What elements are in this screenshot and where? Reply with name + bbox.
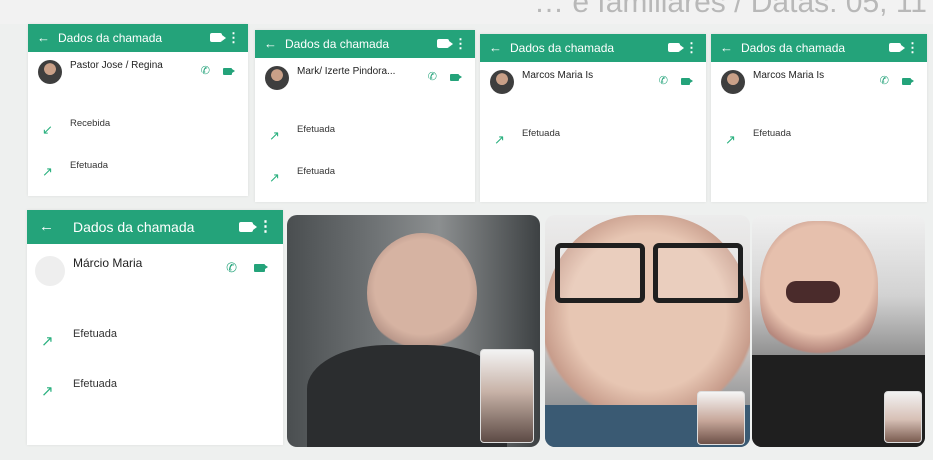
outgoing-call-arrow-icon: ↗ [269, 128, 280, 143]
contact-name: Marcos Maria Is [753, 70, 825, 81]
call-row: ↗ Efetuada [27, 320, 283, 370]
call-type: Recebida [70, 118, 111, 129]
avatar [490, 70, 514, 94]
video-call-screenshot [287, 215, 540, 447]
video-call-icon[interactable] [668, 43, 684, 52]
more-options-icon[interactable]: ⋮ [227, 24, 240, 52]
video-call-icon[interactable] [210, 33, 226, 42]
avatar [721, 70, 745, 94]
cropped-header: … e familiares / Datas: 05, 11 [0, 0, 933, 24]
video-camera-icon[interactable] [681, 78, 693, 85]
call-type: Efetuada [522, 128, 561, 139]
call-type: Efetuada [70, 160, 109, 171]
back-arrow-icon[interactable]: ← [37, 24, 50, 52]
app-bar-title: Dados da chamada [58, 31, 163, 45]
call-row: ↗ Efetuada [27, 370, 283, 420]
call-type: Efetuada [297, 166, 336, 177]
call-row: ↗ Efetuada [255, 118, 475, 160]
app-bar: ← Dados da chamada ⋮ [255, 30, 475, 58]
call-details-panel: ← Dados da chamada ⋮ Mark/ Izerte Pindor… [255, 30, 475, 202]
outgoing-call-arrow-icon: ↗ [41, 383, 54, 400]
call-row: ↗ Efetuada [480, 122, 706, 164]
cropped-header-text: … e familiares / Datas: 05, 11 [534, 0, 927, 19]
contact-row[interactable]: Marcos Maria Is ✆ [480, 62, 706, 102]
self-view-thumbnail [697, 391, 745, 445]
outgoing-call-arrow-icon: ↗ [494, 132, 505, 147]
call-type: Efetuada [73, 328, 118, 340]
more-options-icon[interactable]: ⋮ [906, 34, 919, 62]
call-date [255, 98, 475, 118]
participant-photo [367, 233, 477, 353]
call-details-panel: ← Dados da chamada ⋮ Pastor Jose / Regin… [28, 24, 248, 196]
phone-icon[interactable]: ✆ [226, 260, 237, 276]
outgoing-call-arrow-icon: ↗ [42, 164, 53, 179]
participant-mouth [786, 281, 840, 303]
back-arrow-icon[interactable]: ← [264, 30, 277, 58]
contact-name: Mark/ Izerte Pindora... [297, 66, 396, 77]
call-date [28, 92, 248, 112]
avatar [38, 60, 62, 84]
phone-icon[interactable]: ✆ [659, 74, 668, 87]
avatar [265, 66, 289, 90]
incoming-call-arrow-icon: ↙ [42, 122, 53, 137]
app-bar-title: Dados da chamada [510, 41, 615, 55]
app-bar: ← Dados da chamada ⋮ [27, 210, 283, 244]
contact-row[interactable]: Pastor Jose / Regina ✆ [28, 52, 248, 92]
video-camera-icon[interactable] [450, 74, 462, 81]
call-row: ↙ Recebida [28, 112, 248, 154]
phone-icon[interactable]: ✆ [880, 74, 889, 87]
call-type: Efetuada [297, 124, 336, 135]
outgoing-call-arrow-icon: ↗ [725, 132, 736, 147]
glasses-icon [653, 243, 743, 303]
back-arrow-icon[interactable]: ← [489, 34, 502, 62]
call-date [711, 102, 927, 122]
self-view-thumbnail [884, 391, 922, 443]
more-options-icon[interactable]: ⋮ [454, 30, 467, 58]
avatar [35, 256, 65, 286]
participant-clothing [307, 345, 507, 447]
video-camera-icon[interactable] [223, 68, 235, 75]
video-call-screenshot [545, 215, 750, 447]
call-type: Efetuada [753, 128, 792, 139]
video-call-icon[interactable] [437, 39, 453, 48]
app-bar-title: Dados da chamada [73, 219, 195, 235]
call-row: ↗ Efetuada [255, 160, 475, 202]
outgoing-call-arrow-icon: ↗ [41, 333, 54, 350]
call-type: Efetuada [73, 378, 118, 390]
app-bar: ← Dados da chamada ⋮ [28, 24, 248, 52]
contact-name: Pastor Jose / Regina [70, 60, 163, 71]
video-call-screenshot [752, 215, 925, 447]
app-bar-title: Dados da chamada [741, 41, 846, 55]
more-options-icon[interactable]: ⋮ [685, 34, 698, 62]
contact-row[interactable]: Marcos Maria Is ✆ [711, 62, 927, 102]
video-camera-icon[interactable] [902, 78, 914, 85]
outgoing-call-arrow-icon: ↗ [269, 170, 280, 185]
call-row: ↗ Efetuada [28, 154, 248, 196]
call-date [27, 296, 283, 320]
call-details-panel: ← Dados da chamada ⋮ Marcos Maria Is ✆ ↗… [711, 34, 927, 202]
call-date [480, 102, 706, 122]
contact-row[interactable]: Márcio Maria ✆ [27, 244, 283, 296]
phone-icon[interactable]: ✆ [201, 64, 210, 77]
app-bar: ← Dados da chamada ⋮ [480, 34, 706, 62]
self-view-thumbnail [480, 349, 534, 443]
more-options-icon[interactable]: ⋮ [258, 210, 273, 244]
video-call-icon[interactable] [889, 43, 905, 52]
phone-icon[interactable]: ✆ [428, 70, 437, 83]
app-bar-title: Dados da chamada [285, 37, 390, 51]
call-details-panel: ← Dados da chamada ⋮ Marcos Maria Is ✆ ↗… [480, 34, 706, 202]
contact-name: Márcio Maria [73, 256, 143, 270]
contact-row[interactable]: Mark/ Izerte Pindora... ✆ [255, 58, 475, 98]
app-bar: ← Dados da chamada ⋮ [711, 34, 927, 62]
call-details-panel: ← Dados da chamada ⋮ Márcio Maria ✆ ↗ Ef… [27, 210, 283, 445]
back-arrow-icon[interactable]: ← [39, 210, 54, 244]
back-arrow-icon[interactable]: ← [720, 34, 733, 62]
video-call-icon[interactable] [239, 222, 257, 232]
contact-name: Marcos Maria Is [522, 70, 594, 81]
video-camera-icon[interactable] [254, 264, 268, 272]
glasses-icon [555, 243, 645, 303]
call-row: ↗ Efetuada [711, 122, 927, 164]
